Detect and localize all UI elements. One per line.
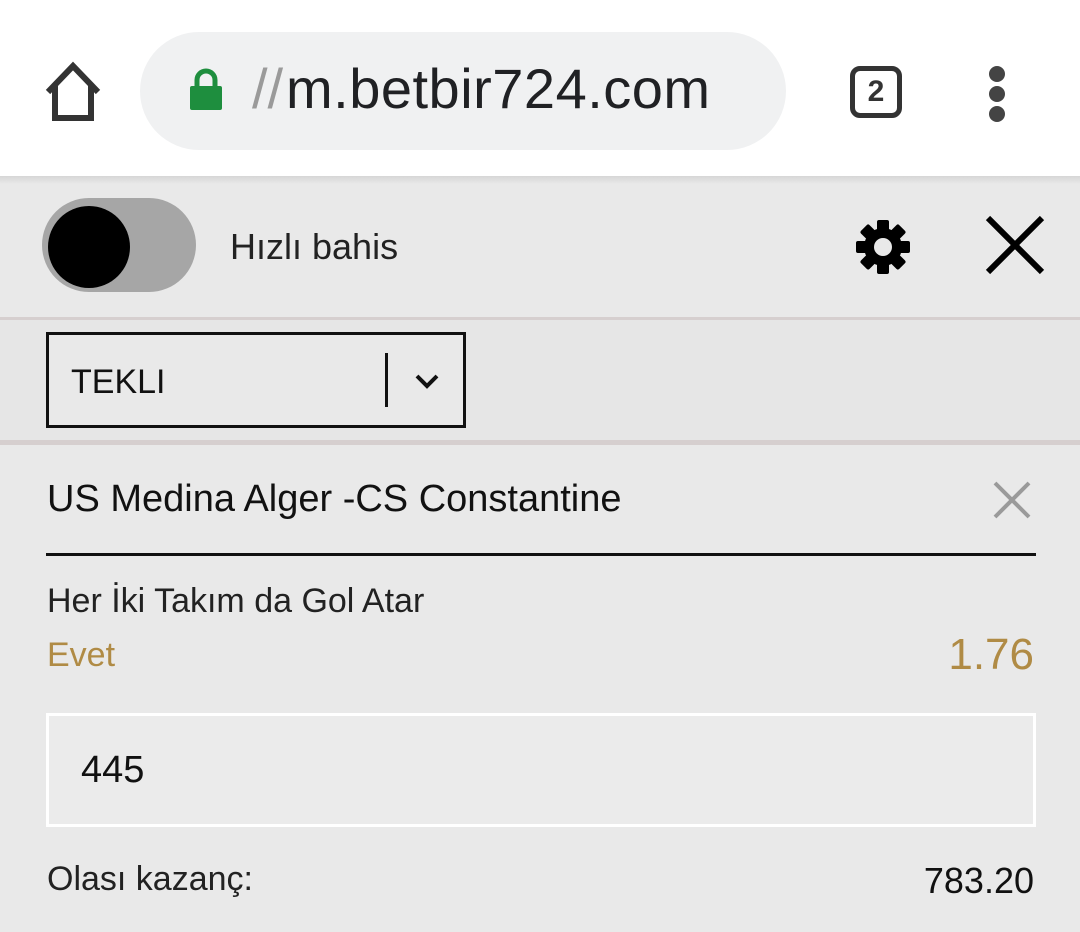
- bet-type-select[interactable]: TEKLI: [46, 332, 466, 428]
- odds-value: 1.76: [948, 630, 1034, 679]
- url-text: m.betbir724.com: [286, 57, 711, 120]
- remove-bet-close-icon[interactable]: [992, 480, 1032, 520]
- market-name: Her İki Takım da Gol Atar: [47, 582, 425, 620]
- toolbar-shadow: [0, 176, 1080, 184]
- address-bar[interactable]: // m.betbir724.com: [140, 32, 786, 150]
- home-icon[interactable]: [40, 58, 106, 128]
- chevron-down-icon: [411, 365, 443, 397]
- select-separator: [385, 353, 388, 407]
- close-icon[interactable]: [982, 212, 1048, 278]
- quick-bet-label: Hızlı bahis: [230, 226, 399, 267]
- more-vert-icon[interactable]: [982, 66, 1012, 122]
- lock-icon: [188, 68, 224, 112]
- tab-switcher-button[interactable]: 2: [850, 66, 902, 118]
- browser-toolbar: // m.betbir724.com 2: [0, 0, 1080, 178]
- potential-win-label: Olası kazanç:: [47, 860, 253, 898]
- match-title: US Medina Alger -CS Constantine: [47, 478, 622, 520]
- bet-type-value: TEKLI: [71, 363, 166, 401]
- stake-input[interactable]: [46, 713, 1036, 827]
- match-divider: [46, 553, 1036, 556]
- select-divider: [0, 440, 1080, 445]
- potential-win-value: 783.20: [923, 860, 1034, 901]
- settings-gear-icon[interactable]: [854, 218, 912, 276]
- url-scheme: //: [252, 57, 284, 120]
- selection-label: Evet: [47, 636, 116, 674]
- quick-bet-toggle-knob[interactable]: [48, 206, 130, 288]
